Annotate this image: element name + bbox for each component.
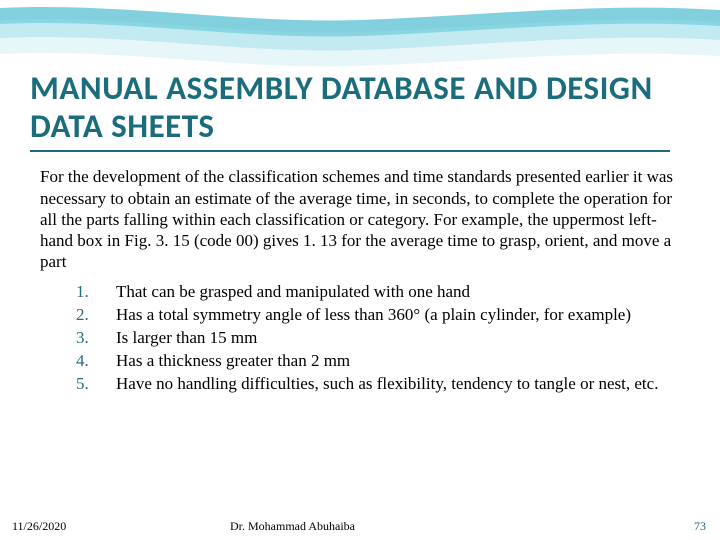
title-underline	[30, 150, 670, 153]
list-item: 5. Have no handling difficulties, such a…	[70, 373, 680, 395]
list-item: 4. Has a thickness greater than 2 mm	[70, 350, 680, 372]
slide-content: MANUAL ASSEMBLY DATABASE AND DESIGN DATA…	[0, 0, 720, 395]
list-text: Has a total symmetry angle of less than …	[116, 304, 680, 326]
footer-author: Dr. Mohammad Abuhaiba	[230, 519, 355, 534]
intro-paragraph: For the development of the classificatio…	[40, 166, 680, 272]
list-number: 1.	[70, 281, 116, 303]
list-text: Has a thickness greater than 2 mm	[116, 350, 680, 372]
footer-date: 11/26/2020	[12, 519, 66, 534]
footer-page-number: 73	[694, 519, 706, 534]
list-number: 2.	[70, 304, 116, 326]
numbered-list: 1. That can be grasped and manipulated w…	[70, 281, 680, 395]
slide-title: MANUAL ASSEMBLY DATABASE AND DESIGN DATA…	[30, 70, 690, 146]
list-item: 2. Has a total symmetry angle of less th…	[70, 304, 680, 326]
list-number: 3.	[70, 327, 116, 349]
list-text: Is larger than 15 mm	[116, 327, 680, 349]
list-number: 5.	[70, 373, 116, 395]
list-text: Have no handling difficulties, such as f…	[116, 373, 680, 395]
list-text: That can be grasped and manipulated with…	[116, 281, 680, 303]
list-item: 3. Is larger than 15 mm	[70, 327, 680, 349]
list-number: 4.	[70, 350, 116, 372]
list-item: 1. That can be grasped and manipulated w…	[70, 281, 680, 303]
